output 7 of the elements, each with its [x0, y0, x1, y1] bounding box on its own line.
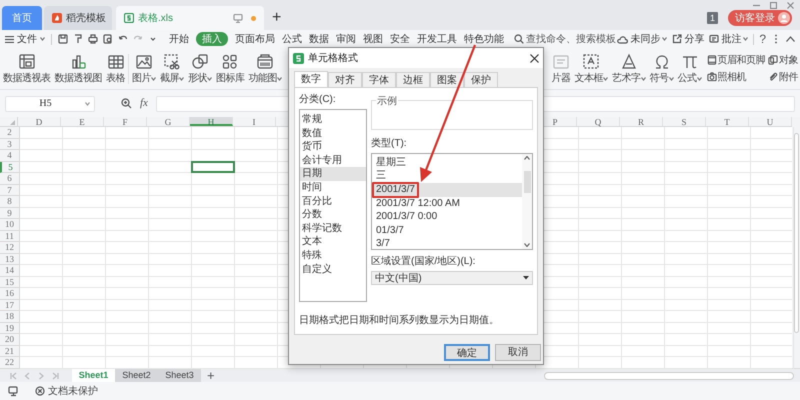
dialog-title: 单元格格式	[308, 52, 358, 66]
category-label: 分类(C):	[299, 92, 337, 107]
notification-badge: 1	[706, 12, 718, 24]
locale-label: 区域设置(国家/地区)(L):	[371, 254, 476, 269]
highlight-box: 2001/3/7	[372, 182, 419, 198]
format-description: 日期格式把日期和时间系列数显示为日期值。	[299, 314, 499, 328]
type-label: 类型(T):	[371, 136, 407, 151]
